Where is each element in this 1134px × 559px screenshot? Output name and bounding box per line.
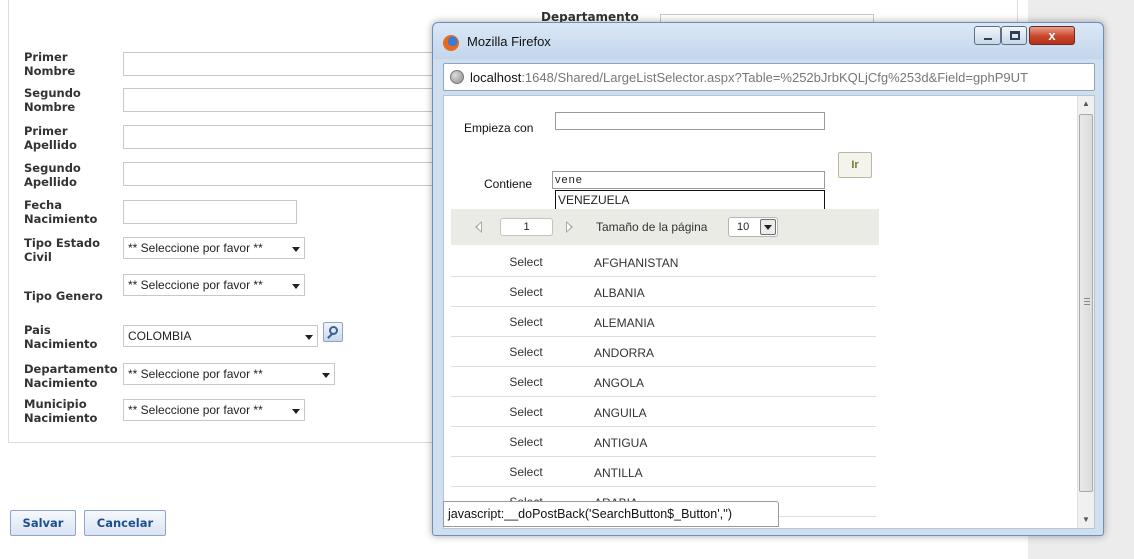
chevron-down-icon [292, 284, 300, 289]
pais-nacimiento-value: COLOMBIA [128, 329, 192, 343]
tipo-genero-select[interactable]: ** Seleccione por favor ** [123, 274, 305, 296]
url-text: localhost:1648/Shared/LargeListSelector.… [470, 70, 1028, 85]
select-link[interactable]: Select [499, 255, 553, 269]
table-row: Select ALBANIA [451, 277, 876, 307]
country-cell: ANGOLA [594, 376, 645, 390]
chevron-down-icon [322, 373, 330, 378]
departamento-nacimiento-select[interactable]: ** Seleccione por favor ** [123, 363, 335, 385]
country-cell: ANTIGUA [594, 436, 648, 450]
tipo-estado-civil-select[interactable]: ** Seleccione por favor ** [123, 237, 305, 259]
firefox-popup-window: Mozilla Firefox x localhost:1648/Shared/… [432, 22, 1104, 536]
municipio-nacimiento-select[interactable]: ** Seleccione por favor ** [123, 399, 305, 421]
tipo-estado-civil-label: Tipo Estado Civil [24, 236, 101, 264]
table-row: Select ANGUILA [451, 397, 876, 427]
page-number-input[interactable]: 1 [500, 218, 553, 236]
close-icon: x [1048, 28, 1056, 43]
minimize-button[interactable] [974, 26, 1001, 45]
segundo-nombre-label: Segundo Nombre [24, 86, 81, 114]
page-size-label: Tamaño de la página [596, 220, 708, 234]
select-link[interactable]: Select [499, 465, 553, 479]
search-button[interactable]: Ir [838, 152, 872, 178]
autocomplete-suggestion[interactable]: VENEZUELA [555, 190, 825, 210]
select-link[interactable]: Select [499, 405, 553, 419]
maximize-icon [1010, 31, 1020, 40]
save-button[interactable]: Salvar [10, 510, 76, 536]
page-size-value: 10 [737, 221, 750, 233]
country-cell: ANTILLA [594, 466, 643, 480]
segundo-apellido-input[interactable] [123, 162, 435, 186]
select-link[interactable]: Select [499, 345, 553, 359]
tipo-genero-label: Tipo Genero [24, 289, 103, 303]
pager: 1 Tamaño de la página 10 [451, 209, 879, 245]
pais-nacimiento-label: Pais Nacimiento [24, 323, 98, 351]
segundo-apellido-label: Segundo Apellido [24, 161, 81, 189]
vertical-scrollbar[interactable]: ▲ ▼ [1077, 96, 1094, 528]
chevron-down-icon [305, 335, 313, 340]
segundo-nombre-input[interactable] [123, 88, 435, 112]
scroll-up-icon[interactable]: ▲ [1078, 96, 1094, 112]
contains-input[interactable]: vene [552, 171, 825, 189]
country-cell: ALEMANIA [594, 316, 655, 330]
address-bar[interactable]: localhost:1648/Shared/LargeListSelector.… [443, 63, 1095, 91]
scroll-down-icon[interactable]: ▼ [1078, 512, 1094, 528]
chevron-down-icon [292, 409, 300, 414]
status-bar: javascript:__doPostBack('SearchButton$_B… [443, 501, 779, 527]
previous-page-icon[interactable] [475, 221, 482, 233]
table-row: Select ALEMANIA [451, 307, 876, 337]
chevron-down-icon [292, 247, 300, 252]
chevron-down-icon [760, 219, 776, 235]
tipo-estado-civil-value: ** Seleccione por favor ** [128, 241, 263, 255]
country-cell: ALBANIA [594, 286, 645, 300]
popup-title: Mozilla Firefox [467, 34, 551, 49]
fecha-nacimiento-label: Fecha Nacimiento [24, 198, 98, 226]
table-row: Select AFGHANISTAN [451, 247, 876, 277]
starts-with-label: Empieza con [464, 121, 534, 135]
table-row: Select ANGOLA [451, 367, 876, 397]
close-button[interactable]: x [1029, 26, 1075, 45]
maximize-button[interactable] [1001, 26, 1027, 45]
primer-nombre-input[interactable] [123, 52, 435, 76]
departamento-nacimiento-value: ** Seleccione por favor ** [128, 367, 263, 381]
primer-nombre-label: Primer Nombre [24, 50, 76, 78]
cancel-button[interactable]: Cancelar [84, 510, 166, 536]
globe-icon [450, 70, 464, 84]
primer-apellido-input[interactable] [123, 125, 435, 149]
tipo-genero-value: ** Seleccione por favor ** [128, 278, 263, 292]
table-row: Select ANTILLA [451, 457, 876, 487]
departamento-nacimiento-label: Departamento Nacimiento [24, 362, 118, 390]
contains-label: Contiene [484, 177, 533, 191]
popup-content: Empieza con Contiene vene Ir VENEZUELA 1… [443, 95, 1095, 529]
next-page-icon[interactable] [566, 221, 573, 233]
scrollbar-thumb[interactable] [1079, 114, 1093, 492]
table-row: Select ANTIGUA [451, 427, 876, 457]
table-row: Select ANDORRA [451, 337, 876, 367]
page-size-select[interactable]: 10 [728, 217, 778, 237]
country-cell: ANDORRA [594, 346, 655, 360]
country-cell: AFGHANISTAN [594, 256, 679, 270]
municipio-nacimiento-label: Municipio Nacimiento [24, 397, 98, 425]
fecha-nacimiento-input[interactable] [123, 200, 297, 224]
pais-nacimiento-select[interactable]: COLOMBIA [123, 325, 318, 347]
firefox-icon [443, 35, 459, 51]
select-link[interactable]: Select [499, 435, 553, 449]
pais-lookup-button[interactable] [323, 322, 343, 342]
municipio-nacimiento-value: ** Seleccione por favor ** [128, 403, 263, 417]
select-link[interactable]: Select [499, 375, 553, 389]
country-cell: ANGUILA [594, 406, 647, 420]
starts-with-input[interactable] [555, 112, 825, 130]
primer-apellido-label: Primer Apellido [24, 124, 77, 152]
select-link[interactable]: Select [499, 315, 553, 329]
select-link[interactable]: Select [499, 285, 553, 299]
results-grid: Select AFGHANISTAN Select ALBANIA Select… [451, 247, 876, 517]
popup-titlebar[interactable]: Mozilla Firefox x [433, 23, 1103, 59]
grip-icon [1084, 298, 1090, 305]
minimize-icon [984, 38, 992, 40]
